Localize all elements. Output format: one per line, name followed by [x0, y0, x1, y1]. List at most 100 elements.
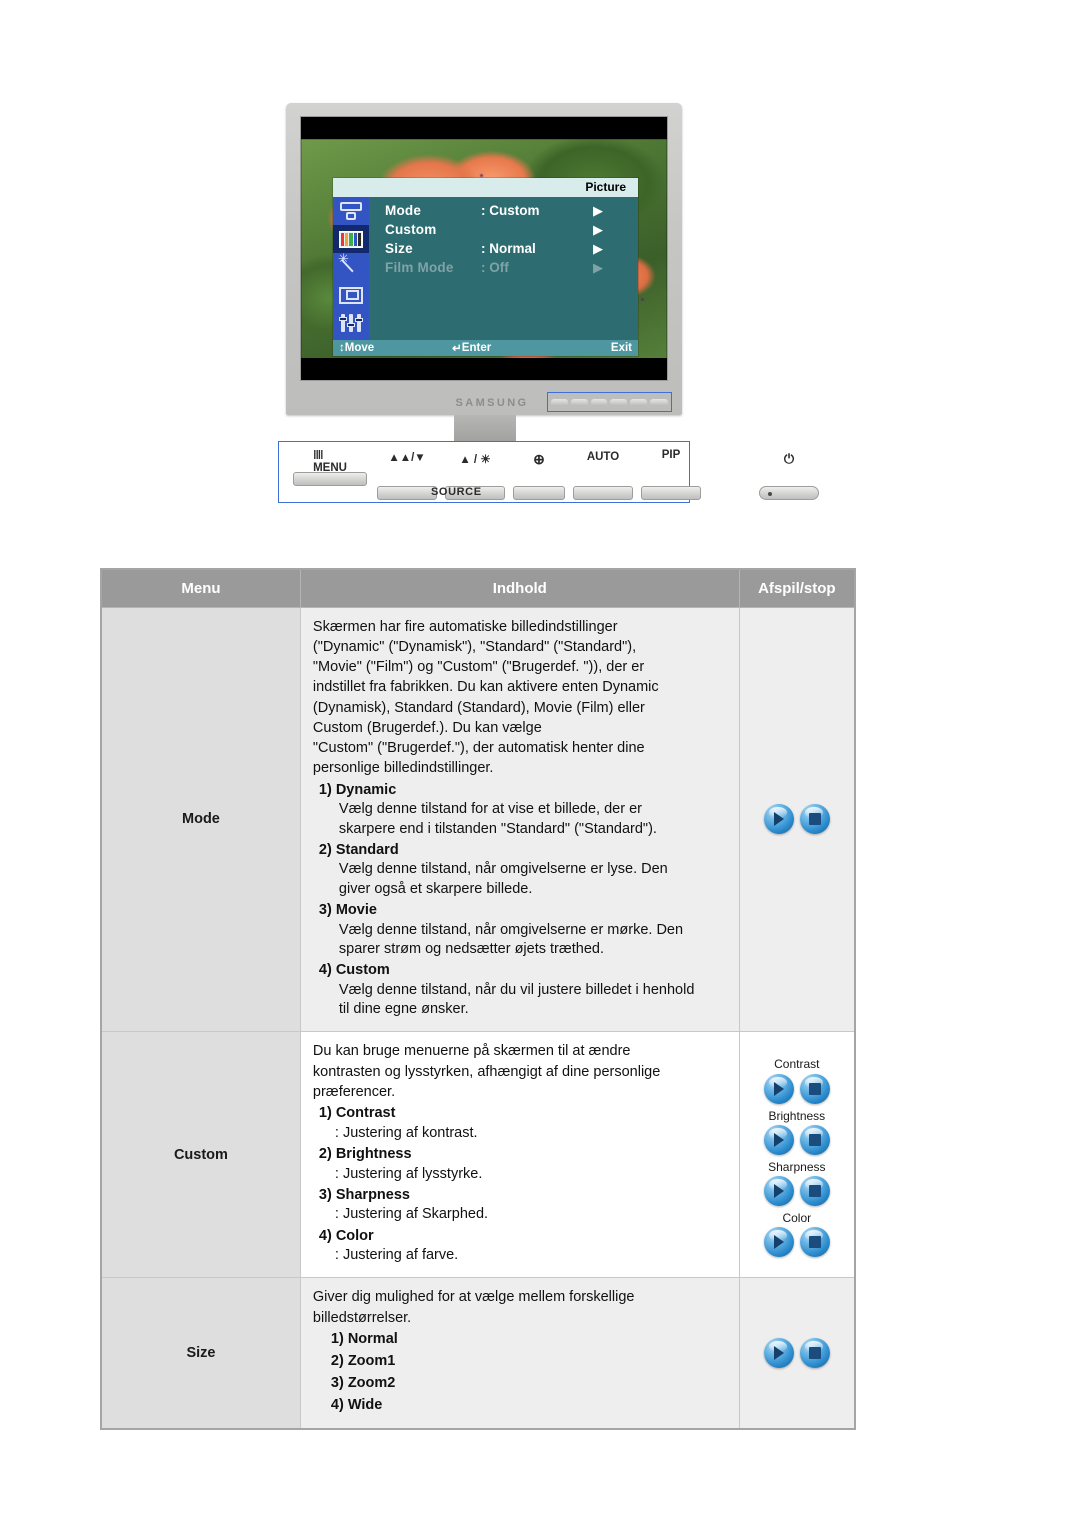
size-option: 3) Zoom2 — [330, 1375, 396, 1392]
sub-item-heading: 4) Color — [318, 1227, 374, 1244]
play-icon[interactable] — [763, 1124, 794, 1155]
osd-exit-label: Exit — [610, 342, 632, 354]
menu-cell-mode: Mode — [100, 606, 301, 1033]
sub-item-heading: 4) Custom — [318, 962, 390, 979]
sub-item-desc: sparer strøm og nedsætter øjets træthed. — [338, 940, 605, 957]
osd-title-bar: Picture — [333, 178, 638, 197]
chevron-right-icon: ▶ — [593, 202, 603, 218]
play-stop-pair — [763, 1227, 830, 1258]
intro-line: præferencer. — [312, 1083, 396, 1100]
stop-icon[interactable] — [799, 1073, 830, 1104]
play-stop-pair — [763, 1176, 830, 1207]
intro-line: Custom (Brugerdef.). Du kan vælge — [312, 719, 542, 736]
intro-line: Du kan bruge menuerne på skærmen til at … — [312, 1043, 631, 1060]
osd-item-film-mode: Film Mode : Off ▶ — [385, 258, 638, 277]
play-icon[interactable] — [763, 1227, 794, 1258]
chevron-right-icon: ▶ — [593, 221, 603, 237]
header-afspil-stop: Afspil/stop — [738, 568, 856, 608]
osd-icon-setup[interactable] — [333, 309, 369, 337]
sub-item-desc: til dine egne ønsker. — [338, 1000, 469, 1017]
play-cell-mode — [738, 606, 856, 1033]
play-icon[interactable] — [763, 1338, 794, 1369]
sub-item-heading: 3) Movie — [318, 902, 377, 918]
sub-item-desc: : Justering af kontrast. — [334, 1124, 478, 1141]
osd-title-text: Picture — [585, 180, 626, 194]
osd-icon-magic[interactable] — [333, 251, 369, 281]
monitor-screen: Picture ✳ Mode: Custom ▶ Custom ▶ Size … — [300, 116, 668, 381]
play-stop-pair — [763, 1124, 830, 1155]
osd-item-value: : Custom — [481, 203, 540, 218]
pair-label-contrast: Contrast — [774, 1057, 820, 1072]
pair-label-color: Color — [782, 1211, 812, 1226]
table-row: Size Giver dig mulighed for at vælge mel… — [100, 1277, 856, 1430]
header-indhold: Indhold — [299, 568, 740, 608]
osd-icon-pip[interactable] — [333, 281, 369, 309]
sub-item-desc: : Justering af Skarphed. — [334, 1206, 489, 1223]
intro-line: "Custom" ("Brugerdef."), der automatisk … — [312, 740, 645, 757]
stop-icon[interactable] — [799, 1176, 830, 1207]
osd-icon-input[interactable] — [333, 197, 369, 225]
osd-item-list: Mode : Custom ▶ Custom ▶ Size: Normal ▶… — [385, 201, 638, 277]
chevron-right-icon: ▶ — [593, 240, 603, 256]
osd-item-mode[interactable]: Mode : Custom ▶ — [385, 201, 638, 220]
power-icon: ⏻ — [783, 451, 795, 466]
up-button-label: ▲ / ☀ — [459, 454, 491, 466]
osd-enter-glyph: ↵ — [452, 343, 462, 355]
osd-reference-table: Menu Indhold Afspil/stop Mode Skærmen ha… — [100, 568, 856, 1431]
sub-item-desc: Vælg denne tilstand, når omgivelserne er… — [338, 861, 668, 878]
play-stop-pair — [744, 1338, 850, 1369]
osd-item-label: Mode — [385, 203, 422, 218]
chevron-right-icon: ▶ — [593, 259, 603, 275]
table-row: Mode Skærmen har fire automatiske billed… — [100, 606, 856, 1033]
auto-button-label: AUTO — [586, 451, 620, 463]
sub-item-desc: : Justering af farve. — [334, 1247, 459, 1264]
down-button-label: ▲▲/▼ — [388, 452, 426, 464]
header-menu: Menu — [100, 568, 301, 608]
table-header-row: Menu Indhold Afspil/stop — [100, 568, 856, 608]
pair-label-brightness: Brightness — [768, 1108, 826, 1123]
intro-line: Giver dig mulighed for at vælge mellem f… — [312, 1289, 635, 1306]
size-option: 4) Wide — [330, 1397, 383, 1414]
screen-letterbox-top — [301, 117, 667, 139]
sub-item-desc: Vælg denne tilstand for at vise et bille… — [338, 801, 642, 818]
content-cell-size: Giver dig mulighed for at vælge mellem f… — [299, 1277, 740, 1430]
sub-item-desc: : Justering af lysstyrke. — [334, 1165, 483, 1182]
sub-item-desc: skarpere end i tilstanden "Standard" ("S… — [338, 820, 657, 837]
stop-icon[interactable] — [799, 1124, 830, 1155]
osd-icon-picture[interactable] — [333, 225, 369, 253]
osd-item-label: Size — [385, 241, 413, 256]
pair-label-sharpness: Sharpness — [768, 1159, 826, 1174]
osd-item-size[interactable]: Size : Normal ▶ — [385, 239, 638, 258]
osd-enter-label: Enter — [461, 342, 492, 354]
play-icon[interactable] — [763, 804, 794, 835]
osd-move-label: Move — [344, 342, 375, 354]
screen-letterbox-bottom — [301, 358, 667, 380]
intro-line: "Movie" ("Film") og "Custom" ("Brugerdef… — [312, 659, 645, 676]
intro-line: billedstørrelser. — [312, 1309, 412, 1326]
control-panel-diagram: ‖‖ MENU ▲▲/▼ ▲ / ☀ ⊕ AUTO PIP ⏻ SOURCE — [278, 441, 819, 503]
osd-icon-sidebar — [333, 197, 369, 340]
stop-icon[interactable] — [799, 804, 830, 835]
size-option: 2) Zoom1 — [330, 1353, 396, 1370]
sub-item-heading: 1) Dynamic — [318, 781, 397, 798]
osd-item-label: Film Mode — [385, 260, 454, 275]
intro-line: (Dynamisk), Standard (Standard), Movie (… — [312, 699, 645, 716]
play-icon[interactable] — [763, 1073, 794, 1104]
intro-line: ("Dynamic" ("Dynamisk"), "Standard" ("St… — [312, 638, 637, 655]
stop-icon[interactable] — [799, 1338, 830, 1369]
table-row: Custom Du kan bruge menuerne på skærmen … — [100, 1031, 856, 1279]
play-cell-size — [738, 1277, 856, 1430]
play-icon[interactable] — [763, 1176, 794, 1207]
sub-item-heading: 2) Brightness — [318, 1145, 412, 1162]
content-cell-custom: Du kan bruge menuerne på skærmen til at … — [299, 1031, 740, 1279]
osd-item-custom[interactable]: Custom ▶ — [385, 220, 638, 239]
stop-icon[interactable] — [799, 1227, 830, 1258]
monitor-front-buttons-highlight — [547, 392, 672, 412]
sub-item-heading: 3) Sharpness — [318, 1186, 410, 1203]
menu-cell-size: Size — [100, 1277, 301, 1430]
osd-item-label: Custom — [385, 222, 437, 237]
size-option: 1) Normal — [330, 1331, 398, 1348]
sub-item-desc: giver også et skarpere billede. — [338, 880, 533, 897]
sub-item-heading: 2) Standard — [318, 841, 399, 858]
pip-button-label: PIP — [661, 449, 681, 461]
